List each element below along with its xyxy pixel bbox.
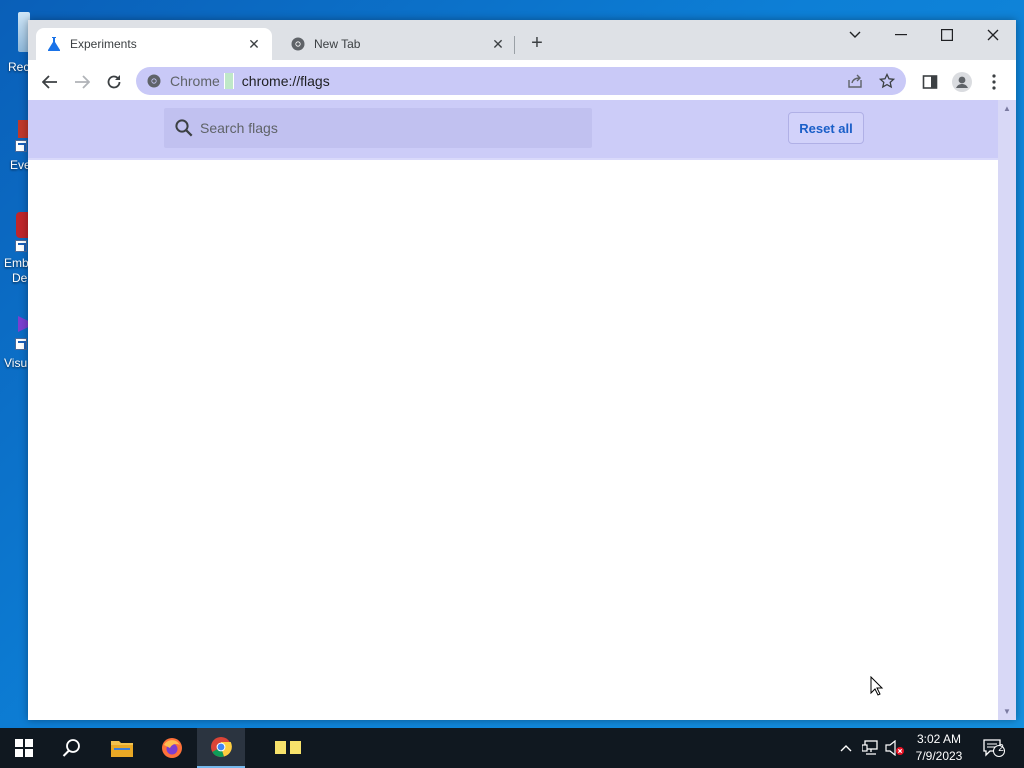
forward-button[interactable]	[68, 68, 96, 96]
tab-title: New Tab	[314, 37, 361, 51]
action-center-button[interactable]: 2	[978, 728, 1010, 768]
taskbar-chrome[interactable]	[197, 728, 245, 768]
profile-avatar-icon	[952, 72, 972, 92]
network-icon	[862, 740, 878, 755]
reload-icon	[107, 75, 121, 89]
close-tab-icon[interactable]: ✕	[490, 36, 506, 52]
show-hidden-icons-button[interactable]	[836, 728, 856, 768]
close-icon	[987, 29, 999, 41]
reload-button[interactable]	[100, 68, 128, 96]
taskbar-file-explorer[interactable]	[98, 728, 146, 768]
arrow-left-icon	[42, 75, 57, 89]
tab-new-tab[interactable]: New Tab ✕	[280, 28, 516, 60]
app-icon	[18, 120, 28, 138]
page-scrollbar[interactable]: ▲ ▼	[998, 100, 1016, 720]
reset-all-button[interactable]: Reset all	[788, 112, 864, 144]
sticky-notes-icon	[275, 741, 301, 754]
chevron-down-icon	[849, 31, 861, 38]
omnibox-url: chrome://flags	[241, 73, 330, 89]
omnibox-chip: Chrome	[170, 73, 220, 89]
desktop-icon-label: De	[12, 271, 28, 285]
start-button[interactable]	[0, 728, 48, 768]
profile-button[interactable]	[948, 68, 976, 96]
address-bar[interactable]: Chrome chrome://flags	[136, 67, 906, 95]
desktop-icon-label: Visu	[4, 356, 28, 370]
menu-button[interactable]	[980, 68, 1008, 96]
maximize-button[interactable]	[924, 20, 970, 50]
tab-separator	[514, 36, 515, 54]
browser-toolbar: Chrome chrome://flags	[28, 60, 1016, 100]
notification-count-badge: 2	[998, 743, 1004, 754]
volume-button[interactable]	[884, 728, 906, 768]
tab-title: Experiments	[70, 37, 137, 51]
network-button[interactable]	[860, 728, 882, 768]
kebab-menu-icon	[992, 74, 996, 90]
minimize-button[interactable]	[878, 20, 924, 50]
visual-studio-icon	[18, 316, 28, 332]
clock[interactable]: 3:02 AM 7/9/2023	[906, 731, 972, 765]
firefox-icon	[162, 738, 182, 758]
search-icon	[62, 739, 80, 757]
minimize-icon	[895, 34, 907, 36]
chrome-icon	[290, 36, 306, 52]
chevron-up-icon	[840, 745, 852, 752]
clock-time: 3:02 AM	[916, 732, 962, 746]
scroll-up-arrow-icon[interactable]: ▲	[1002, 104, 1012, 113]
desktop-icon-eve[interactable]: Eve	[0, 120, 31, 175]
tab-strip: Experiments ✕ New Tab ✕ +	[28, 20, 1016, 60]
chrome-icon	[211, 737, 232, 757]
shortcut-arrow-icon	[15, 140, 27, 152]
windows-logo-icon	[15, 739, 33, 757]
new-tab-button[interactable]: +	[526, 33, 548, 55]
tab-search-button[interactable]	[832, 20, 878, 50]
omnibox-separator	[223, 73, 234, 89]
desktop-icon-visual-studio[interactable]: Visu	[0, 314, 30, 374]
clock-date: 7/9/2023	[915, 749, 963, 763]
chrome-icon	[146, 73, 162, 89]
volume-muted-icon	[885, 740, 904, 756]
desktop-icon-recycle-bin[interactable]: Rec	[0, 8, 30, 78]
desktop-icon-label: Rec	[8, 60, 30, 74]
folder-icon	[111, 741, 133, 757]
taskbar: 3:02 AM 7/9/2023 2	[0, 728, 1024, 768]
side-panel-icon	[922, 75, 938, 89]
share-button[interactable]	[844, 71, 866, 91]
flags-page: Reset all ▲ ▼	[28, 100, 1016, 720]
chrome-window: Experiments ✕ New Tab ✕ + Chrome chrome:…	[28, 20, 1016, 720]
side-panel-button[interactable]	[916, 68, 944, 96]
bookmark-button[interactable]	[876, 71, 898, 91]
tab-experiments[interactable]: Experiments ✕	[36, 28, 272, 60]
shortcut-arrow-icon	[15, 338, 27, 350]
mouse-cursor-icon	[870, 676, 884, 696]
flask-icon	[46, 36, 62, 52]
share-icon	[848, 74, 862, 88]
flags-header: Reset all	[28, 100, 998, 160]
search-flags-input[interactable]	[200, 120, 592, 136]
taskbar-search-button[interactable]	[48, 728, 96, 768]
maximize-icon	[941, 29, 953, 41]
desktop-icon-emb[interactable]: Emb De	[0, 212, 30, 287]
close-window-button[interactable]	[970, 20, 1016, 50]
arrow-right-icon	[75, 75, 90, 89]
shortcut-arrow-icon	[15, 240, 27, 252]
desktop-icon-label: Emb	[4, 256, 29, 270]
back-button[interactable]	[36, 68, 64, 96]
search-icon	[175, 119, 193, 137]
close-tab-icon[interactable]: ✕	[246, 36, 262, 52]
star-icon	[879, 73, 895, 89]
scroll-down-arrow-icon[interactable]: ▼	[1002, 707, 1012, 716]
search-flags-box[interactable]	[164, 108, 592, 148]
taskbar-sticky-notes[interactable]	[264, 728, 312, 768]
taskbar-firefox[interactable]	[148, 728, 196, 768]
